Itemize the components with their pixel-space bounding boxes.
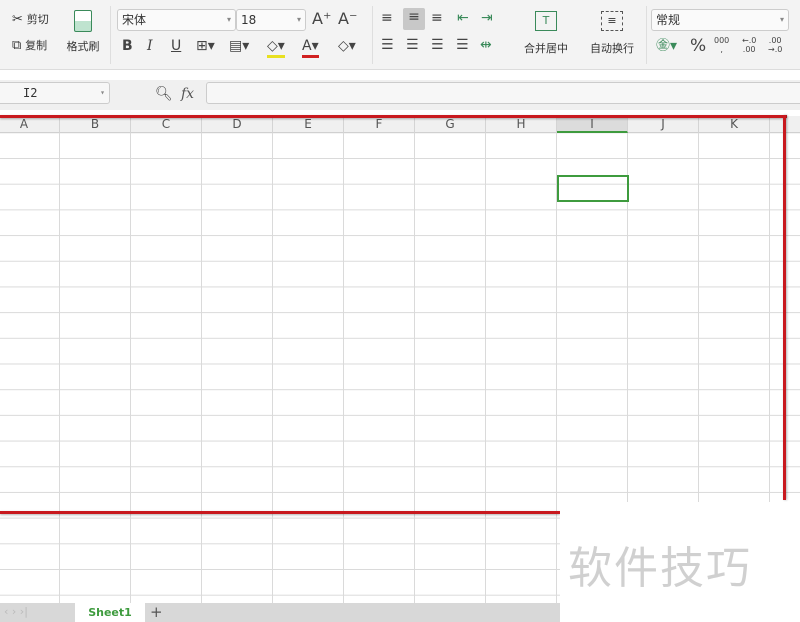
align-center-icon[interactable]: ☰ bbox=[406, 36, 419, 54]
wrap-icon: ≡ bbox=[601, 11, 623, 31]
column-gridline bbox=[59, 133, 60, 603]
copy-button[interactable]: ⧉ 复制 bbox=[12, 37, 47, 53]
fill-color-icon[interactable]: ◇▾ bbox=[267, 37, 285, 58]
formula-bar: I2 ▾ 🔍︎ fx bbox=[0, 80, 800, 110]
currency-icon[interactable]: ㊎▾ bbox=[656, 37, 677, 55]
font-color-icon[interactable]: A▾ bbox=[302, 37, 319, 58]
column-header-I[interactable]: I bbox=[557, 116, 628, 133]
thousands-icon[interactable]: 000, bbox=[714, 36, 729, 54]
cell-style-icon[interactable]: ▤▾ bbox=[229, 37, 249, 55]
align-middle-icon[interactable]: ≡ bbox=[403, 8, 425, 30]
watermark: 软件技巧 bbox=[560, 502, 800, 622]
paintbrush-icon bbox=[74, 10, 92, 32]
ribbon-toolbar: ✂ 剪切 ⧉ 复制 格式刷 宋体 ▾ 18 ▾ A⁺ A⁻ B I U ⊞▾ ▤▾ … bbox=[0, 0, 800, 70]
font-size-select[interactable]: 18 ▾ bbox=[236, 9, 306, 31]
sheet-nav-arrows[interactable]: ‹ › ›| bbox=[4, 605, 28, 618]
column-header-J[interactable]: J bbox=[628, 116, 699, 133]
distributed-icon[interactable]: ⇹ bbox=[480, 36, 492, 54]
justify-icon[interactable]: ☰ bbox=[456, 36, 469, 54]
column-headers: ABCDEFGHIJK bbox=[0, 116, 800, 133]
column-header-A[interactable]: A bbox=[0, 116, 60, 133]
merge-icon: T bbox=[535, 11, 557, 31]
merge-center-button[interactable]: T 合并居中 bbox=[516, 11, 576, 56]
name-box[interactable]: I2 ▾ bbox=[0, 82, 110, 104]
clear-icon[interactable]: ◇▾ bbox=[338, 37, 356, 55]
column-gridline bbox=[485, 133, 486, 603]
align-left-icon[interactable]: ☰ bbox=[381, 36, 394, 54]
sheet-tab-sheet1[interactable]: Sheet1 bbox=[75, 603, 145, 622]
percent-icon[interactable]: % bbox=[690, 37, 706, 55]
format-painter-button[interactable]: 格式刷 bbox=[64, 10, 102, 54]
selected-cell-I2[interactable] bbox=[557, 175, 629, 202]
number-format-select[interactable]: 常规 ▾ bbox=[651, 9, 789, 31]
copy-icon: ⧉ bbox=[12, 38, 22, 53]
zoom-lookup-icon[interactable]: 🔍︎ bbox=[155, 85, 173, 103]
column-header-H[interactable]: H bbox=[486, 116, 557, 133]
column-header-E[interactable]: E bbox=[273, 116, 344, 133]
fx-icon[interactable]: fx bbox=[181, 85, 194, 103]
add-sheet-icon[interactable]: + bbox=[150, 603, 163, 622]
column-header-D[interactable]: D bbox=[202, 116, 273, 133]
decrease-font-icon[interactable]: A⁻ bbox=[338, 10, 357, 28]
annotation-box-right bbox=[783, 115, 786, 500]
align-bottom-icon[interactable]: ≡ bbox=[431, 9, 443, 27]
column-gridline bbox=[343, 133, 344, 603]
column-header-C[interactable]: C bbox=[131, 116, 202, 133]
decrease-indent-icon[interactable]: ⇤ bbox=[457, 9, 469, 27]
border-icon[interactable]: ⊞▾ bbox=[196, 37, 215, 55]
column-header-G[interactable]: G bbox=[415, 116, 486, 133]
divider bbox=[372, 6, 373, 64]
wrap-text-button[interactable]: ≡ 自动换行 bbox=[584, 11, 640, 56]
align-right-icon[interactable]: ☰ bbox=[431, 36, 444, 54]
cut-button[interactable]: ✂ 剪切 bbox=[12, 11, 49, 27]
column-header-F[interactable]: F bbox=[344, 116, 415, 133]
increase-font-icon[interactable]: A⁺ bbox=[312, 10, 331, 28]
annotation-box-top bbox=[0, 115, 787, 118]
column-gridline bbox=[201, 133, 202, 603]
italic-icon[interactable]: I bbox=[147, 37, 153, 55]
column-header-B[interactable]: B bbox=[60, 116, 131, 133]
underline-icon[interactable]: U bbox=[171, 37, 181, 55]
column-gridline bbox=[272, 133, 273, 603]
column-gridline bbox=[556, 133, 557, 603]
align-top-icon[interactable]: ≡ bbox=[381, 9, 393, 27]
decrease-decimal-icon[interactable]: .00 →.0 bbox=[768, 36, 782, 54]
column-gridline bbox=[130, 133, 131, 603]
divider bbox=[646, 6, 647, 64]
scissors-icon: ✂ bbox=[12, 12, 23, 27]
bold-icon[interactable]: B bbox=[122, 37, 133, 55]
column-header-K[interactable]: K bbox=[699, 116, 770, 133]
column-gridline bbox=[414, 133, 415, 603]
divider bbox=[110, 6, 111, 64]
sheet-tab-bar: ‹ › ›| Sheet1 + bbox=[0, 603, 560, 622]
annotation-box-bottom bbox=[0, 511, 560, 514]
font-name-select[interactable]: 宋体 ▾ bbox=[117, 9, 236, 31]
increase-decimal-icon[interactable]: ←.0.00 bbox=[742, 36, 756, 54]
formula-input[interactable] bbox=[206, 82, 800, 104]
increase-indent-icon[interactable]: ⇥ bbox=[481, 9, 493, 27]
